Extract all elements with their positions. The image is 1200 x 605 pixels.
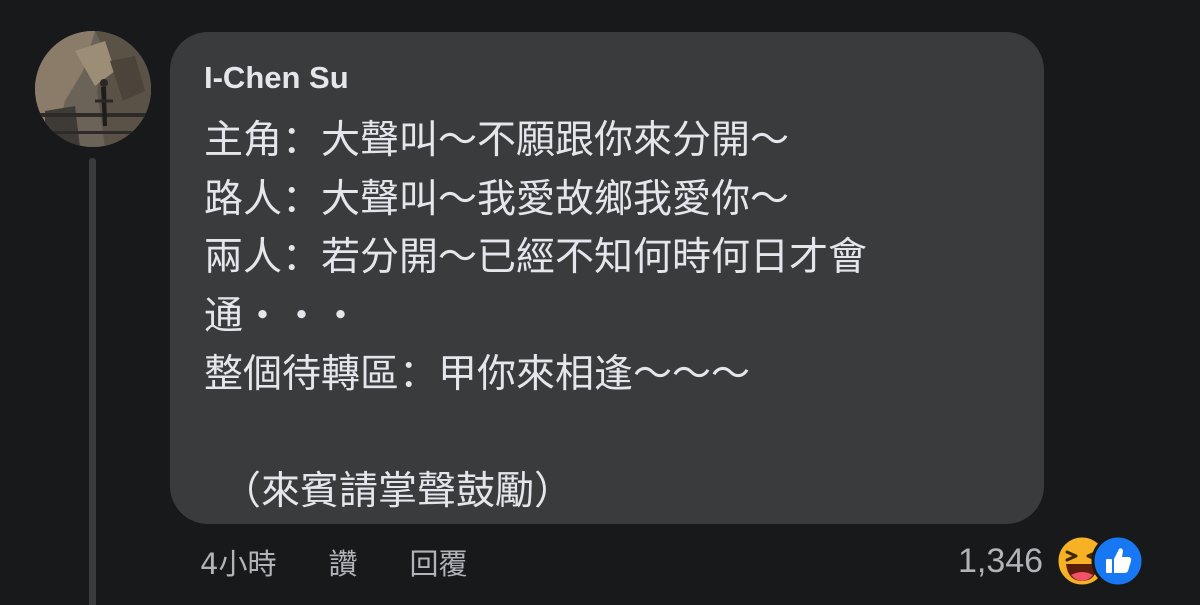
comment-body: 主角：大聲叫～不願跟你來分開～ 路人：大聲叫～我愛故鄉我愛你～ 兩人：若分開～已… xyxy=(204,112,1014,522)
comment-timestamp[interactable]: 4小時 xyxy=(200,541,276,583)
comment-line: 通・・・ xyxy=(204,293,361,339)
reply-button[interactable]: 回覆 xyxy=(409,541,467,583)
comment-author-name[interactable]: I-Chen Su xyxy=(204,60,349,96)
comment-line: 路人：大聲叫～我愛故鄉我愛你～ xyxy=(204,176,790,222)
comment-line: 兩人：若分開～已經不知何時何日才會 xyxy=(204,235,868,280)
comment-actions: 4小時 讚 回覆 xyxy=(200,540,467,584)
avatar-photo xyxy=(35,31,151,147)
avatar[interactable] xyxy=(35,31,151,147)
comment-line: （來賓請掌聲鼓勵） xyxy=(222,469,574,514)
reaction-count[interactable]: 1,346 xyxy=(958,542,1043,581)
comment-line: 主角：大聲叫～不願跟你來分開～ xyxy=(204,118,790,163)
comment-line: 整個待轉區：甲你來相逢～～～ xyxy=(204,352,751,397)
reaction-summary[interactable]: 1,346 xyxy=(958,534,1151,588)
comment-bubble: I-Chen Su 主角：大聲叫～不願跟你來分開～ 路人：大聲叫～我愛故鄉我愛你… xyxy=(170,32,1044,524)
comment-thread: I-Chen Su 主角：大聲叫～不願跟你來分開～ 路人：大聲叫～我愛故鄉我愛你… xyxy=(0,0,1200,605)
comment-line-blank xyxy=(204,405,1014,464)
like-icon xyxy=(1091,534,1145,588)
like-button[interactable]: 讚 xyxy=(328,541,357,583)
reaction-icons[interactable] xyxy=(1055,534,1151,588)
thread-connector-line xyxy=(89,158,96,605)
